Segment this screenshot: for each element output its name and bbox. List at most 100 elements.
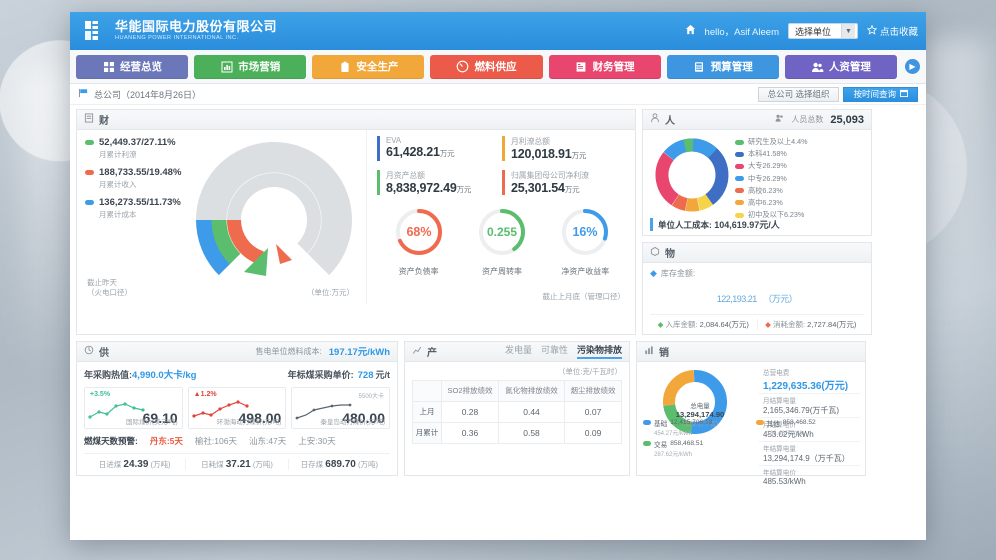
nav-tab-budget[interactable]: 预算管理 bbox=[667, 55, 779, 79]
sales-legend: 基础12,415,706.18 454.27元/kWh 其他858,468.52… bbox=[643, 418, 868, 460]
panel-production-header: 产 发电量 可靠性 污染物排放 bbox=[405, 342, 629, 362]
ratio-gauge-value: 68% bbox=[406, 225, 431, 239]
annual-heat-label: 年采购热值: bbox=[84, 368, 132, 381]
panel-finance-header: 财 bbox=[77, 110, 635, 130]
emissions-table: SO2排放绩效 氮化物排放绩效 烟尘排放绩效 上月 0.28 0.44 0.07… bbox=[412, 380, 622, 444]
coal-days-warning-item: 上安:30天 bbox=[298, 435, 335, 447]
hr-donut-chart bbox=[649, 134, 735, 218]
finance-note: 截止昨天（火电口径） bbox=[87, 278, 132, 298]
nav-tab-hr[interactable]: 人资管理 bbox=[785, 55, 897, 79]
kpi-unit: 万元 bbox=[440, 149, 455, 158]
coal-price-card[interactable]: ▲1.2% 498.00 bbox=[188, 387, 287, 429]
ratio-gauge: 68% 资产负债率 bbox=[393, 206, 445, 277]
people-icon bbox=[775, 114, 784, 125]
tab-generation[interactable]: 发电量 bbox=[505, 343, 532, 359]
unit-select[interactable]: 选择单位 ▼ bbox=[788, 23, 858, 39]
materials-stat-value: 2,727.84(万元) bbox=[807, 320, 856, 329]
nav-tab-label: 经营总览 bbox=[120, 59, 162, 74]
ratio-gauge-value: 0.255 bbox=[487, 225, 517, 239]
finance-multi-ring-chart bbox=[187, 138, 362, 305]
table-row-header: 月累计 bbox=[413, 422, 442, 443]
query-by-time-button[interactable]: 按时间查询 bbox=[843, 87, 918, 102]
nav-tab-marketing[interactable]: 市场营销 bbox=[194, 55, 306, 79]
materials-stat-label: 入库金额: bbox=[665, 320, 697, 329]
book-icon bbox=[575, 60, 588, 73]
coal-price-note: 5500大卡 bbox=[359, 391, 384, 400]
right-column: 人 人员总数 25,093 bbox=[642, 109, 872, 335]
sales-donut-center-label: 总电量 bbox=[641, 400, 759, 410]
home-icon[interactable] bbox=[685, 24, 696, 38]
legend-label: 大专26.29% bbox=[748, 161, 787, 171]
panel-hr-body: 研究生及以上4.4% 本科41.58% 大专26.29% 中专26.29% 高校… bbox=[643, 130, 871, 218]
legend-item: 其他858,468.52 186.46元/kWh bbox=[756, 418, 869, 437]
dot-icon: ◆ bbox=[650, 268, 657, 279]
nav-tab-overview[interactable]: 经营总览 bbox=[76, 55, 188, 79]
annual-coal-price-value: 728 bbox=[358, 370, 374, 381]
finance-sub-note: 截止上月底（管理口径） bbox=[543, 291, 626, 302]
nav-tab-label: 预算管理 bbox=[711, 59, 753, 74]
tab-emissions[interactable]: 污染物排放 bbox=[577, 343, 622, 359]
daily-coal-unit: (万吨) bbox=[358, 460, 378, 469]
panel-sales-title: 销 bbox=[659, 344, 669, 359]
coal-price-card[interactable]: 5500大卡 480.00 秦皇岛动力煤价(元/吨) bbox=[291, 387, 390, 429]
panel-production: 产 发电量 可靠性 污染物排放 （单位:克/千瓦时） SO2排放绩效 氮化物排放… bbox=[404, 341, 630, 476]
table-row: 月累计 0.36 0.58 0.09 bbox=[413, 422, 622, 443]
legend-label: 高中6.23% bbox=[748, 198, 783, 208]
panel-finance-body: 52,449.37/27.11% 月累计利潦 188,733.55/19.48%… bbox=[77, 130, 635, 304]
panel-sales: 销 总电量 13,294,174.90 bbox=[636, 341, 866, 476]
finance-ratio-gauges: 68% 资产负债率 0.255 资产周转率 bbox=[377, 206, 627, 277]
nav-tab-safety[interactable]: 安全生产 bbox=[312, 55, 424, 79]
panel-hr-title: 人 bbox=[665, 112, 675, 127]
greeting-text: hello，Asif Aleem bbox=[705, 24, 779, 38]
panel-supply-header: 供 售电单位燃料成本: 197.17元/kWh bbox=[77, 342, 397, 362]
nav-tab-finance[interactable]: 财务管理 bbox=[549, 55, 661, 79]
coal-days-warning-row: 燃煤天数预警: 丹东:5天 榆社:106天 汕东:47天 上安:30天 bbox=[84, 435, 390, 447]
sales-stat-label: 月结算电量 bbox=[763, 395, 860, 405]
kpi-label: 归属集团母公司净利潦 bbox=[511, 170, 627, 181]
flag-icon bbox=[78, 88, 89, 100]
clipboard-icon bbox=[338, 60, 351, 73]
annual-coal-price-label: 年标煤采购单价: bbox=[288, 368, 354, 381]
legend-label: 高校6.23% bbox=[748, 186, 783, 196]
kpi-unit: 万元 bbox=[572, 151, 587, 160]
coal-price-card[interactable]: +3.5% 69.10 国 bbox=[84, 387, 183, 429]
legend-swatch bbox=[735, 188, 744, 193]
legend-item: 基础12,415,706.18 454.27元/kWh bbox=[643, 418, 756, 437]
table-row-header: 上月 bbox=[413, 401, 442, 422]
sales-stat-label: 总营电费 bbox=[763, 367, 860, 377]
dashboard-row-1: 财 52,449.37/27.11% 月累计利潦 188,733.55/19.4… bbox=[76, 109, 920, 335]
nav-tab-label: 财务管理 bbox=[593, 59, 635, 74]
legend-label: 交易 bbox=[654, 439, 667, 449]
legend-label: 其他 bbox=[767, 418, 780, 428]
materials-stat-value: 2,084.64(万元) bbox=[700, 320, 749, 329]
nav-tab-label: 安全生产 bbox=[356, 59, 398, 74]
favorite-label: 点击收藏 bbox=[880, 24, 918, 38]
table-row: 上月 0.28 0.44 0.07 bbox=[413, 401, 622, 422]
dot-icon: ◆ bbox=[765, 320, 771, 329]
tab-reliability[interactable]: 可靠性 bbox=[541, 343, 568, 359]
legend-label: 基础 bbox=[654, 418, 667, 428]
gauge-icon bbox=[456, 60, 469, 73]
calendar-icon bbox=[900, 89, 908, 99]
panel-hr-header: 人 人员总数 25,093 bbox=[643, 110, 871, 130]
kpi-value: 120,018.91 bbox=[511, 147, 572, 161]
chevron-right-icon[interactable]: ▶ bbox=[905, 59, 920, 74]
finance-kpi-list: EVA 61,428.21万元 月利潦总额 120,018.91万元 月资产总额… bbox=[377, 136, 627, 204]
select-organization-button[interactable]: 总公司 选择组织 bbox=[758, 87, 840, 102]
brand-block: 华能国际电力股份有限公司 HUANENG POWER INTERNATIONAL… bbox=[115, 20, 277, 42]
favorite-button[interactable]: 点击收藏 bbox=[867, 24, 918, 38]
legend-swatch bbox=[735, 176, 744, 181]
nav-tab-fuel[interactable]: 燃料供应 bbox=[430, 55, 542, 79]
kpi-item: 月资产总额 8,838,972.49万元 bbox=[377, 170, 502, 195]
coal-days-warning-title: 燃煤天数预警: bbox=[84, 435, 138, 447]
daily-coal-stats: 日进煤 24.39 (万吨) 日耗煤 37.21 (万吨) 日存煤 689.70 bbox=[84, 453, 390, 470]
users-icon bbox=[811, 60, 824, 73]
kpi-value: 25,301.54 bbox=[511, 181, 565, 195]
nav-tab-label: 燃料供应 bbox=[474, 59, 516, 74]
legend-swatch bbox=[756, 420, 764, 425]
panel-production-body: （单位:克/千瓦时） SO2排放绩效 氮化物排放绩效 烟尘排放绩效 上月 0.2… bbox=[405, 362, 629, 451]
sales-stat-label: 年结算电价 bbox=[763, 467, 860, 477]
legend-value: 12,415,706.18 bbox=[670, 419, 712, 426]
daily-coal-stat: 日进煤 24.39 (万吨) bbox=[84, 459, 185, 470]
hr-unit-labor-cost: 单位人工成本: 104,619.97元/人 bbox=[650, 218, 871, 231]
